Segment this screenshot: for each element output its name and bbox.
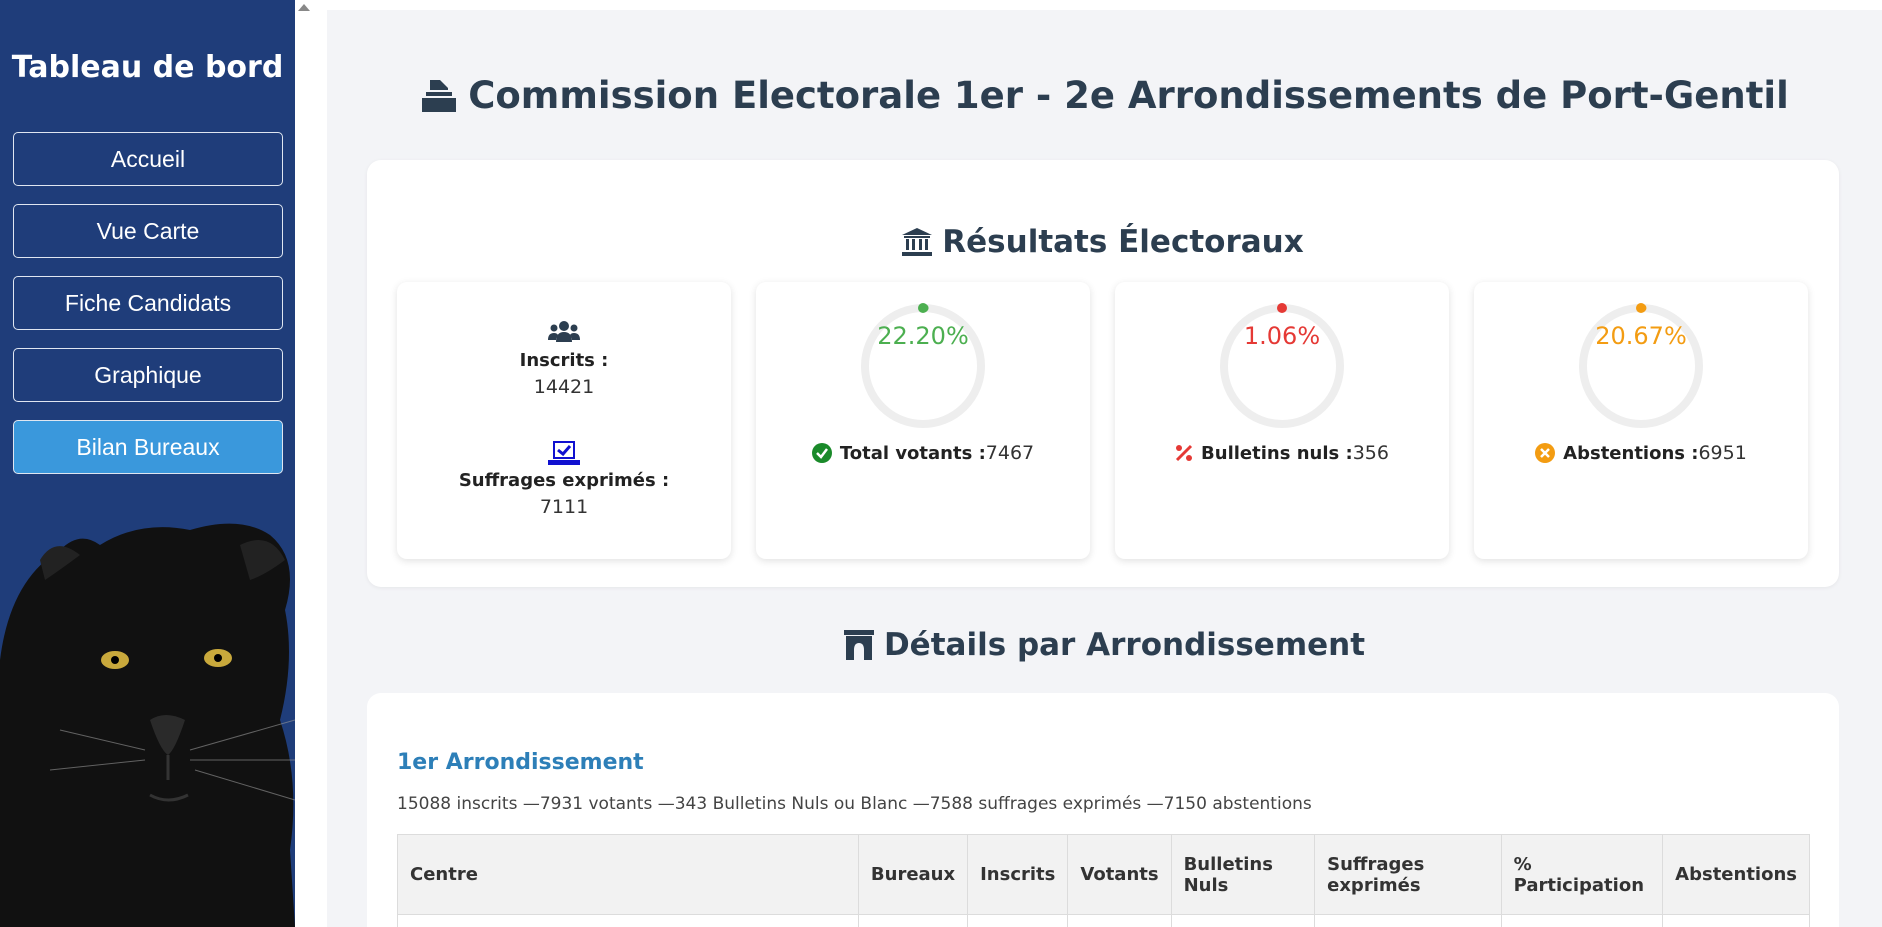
stat-card-nuls: 1.06% Bulletins nuls :356 (1115, 282, 1449, 559)
scrollbar[interactable] (295, 0, 327, 927)
details-title: Détails par Arrondissement (327, 627, 1882, 663)
abstentions-caption: Abstentions :6951 (1474, 442, 1808, 464)
details-title-text: Détails par Arrondissement (883, 627, 1366, 663)
table-row (397, 914, 1810, 927)
col-bureaux[interactable]: Bureaux (857, 834, 969, 915)
votants-value: 7467 (985, 442, 1035, 464)
col-centre[interactable]: Centre (397, 834, 859, 915)
col-bulletins-nuls[interactable]: Bulletins Nuls (1170, 834, 1316, 915)
bank-icon (902, 228, 933, 256)
ballot-box-icon (422, 79, 457, 112)
table-header-row: Centre Bureaux Inscrits Votants Bulletin… (397, 834, 1810, 915)
abstentions-value: 6951 (1698, 442, 1747, 464)
arrondissement-summary: 15088 inscrits —7931 votants —343 Bullet… (397, 794, 1312, 814)
stat-card-inscrits: Inscrits : 14421 Suffrages exprimés : 71… (397, 282, 731, 559)
nuls-percent: 1.06% (1243, 322, 1321, 350)
vote-check-icon (548, 441, 580, 465)
results-title-text: Résultats Électoraux (942, 224, 1304, 260)
nuls-value: 356 (1352, 442, 1389, 464)
votants-percent: 22.20% (877, 322, 969, 350)
votants-label: Total votants : (839, 443, 986, 464)
x-circle-icon (1535, 443, 1556, 463)
results-card: Résultats Électoraux Inscrits : 14421 Su… (367, 160, 1839, 587)
abstentions-label: Abstentions : (1563, 443, 1699, 464)
nuls-caption: Bulletins nuls :356 (1115, 442, 1449, 464)
check-circle-icon (811, 443, 832, 463)
results-table: Centre Bureaux Inscrits Votants Bulletin… (397, 834, 1810, 927)
col-inscrits[interactable]: Inscrits (967, 834, 1069, 915)
nav-bilan-bureaux-button[interactable]: Bilan Bureaux (13, 420, 283, 474)
stat-card-abstentions: 20.67% Abstentions :6951 (1474, 282, 1808, 559)
users-icon (548, 321, 580, 342)
page-title: Commission Electorale 1er - 2e Arrondiss… (327, 74, 1882, 117)
nav-graphique-button[interactable]: Graphique (13, 348, 283, 402)
percent-icon (1175, 444, 1193, 462)
panther-image (0, 523, 295, 927)
sidebar-title: Tableau de bord (11, 50, 284, 85)
results-title: Résultats Électoraux (367, 224, 1839, 260)
scroll-up-arrow-icon[interactable] (298, 4, 310, 11)
col-abstentions[interactable]: Abstentions (1662, 834, 1810, 915)
inscrits-value: 14421 (533, 376, 595, 398)
nuls-label: Bulletins nuls : (1201, 443, 1353, 464)
arrondissement-title: 1er Arrondissement (397, 750, 644, 775)
col-suffrages-exprimes[interactable]: Suffrages exprimés (1314, 834, 1502, 915)
arrondissement-card: 1er Arrondissement 15088 inscrits —7931 … (367, 693, 1839, 927)
suffrages-value: 7111 (539, 496, 589, 518)
inscrits-label: Inscrits : (519, 350, 609, 371)
col-participation[interactable]: % Participation (1500, 834, 1664, 915)
suffrages-label: Suffrages exprimés : (458, 470, 670, 491)
votants-caption: Total votants :7467 (756, 442, 1090, 464)
col-votants[interactable]: Votants (1067, 834, 1172, 915)
nav-fiche-candidats-button[interactable]: Fiche Candidats (13, 276, 283, 330)
main-content: Commission Electorale 1er - 2e Arrondiss… (327, 10, 1882, 927)
nav-vue-carte-button[interactable]: Vue Carte (13, 204, 283, 258)
archway-icon (843, 630, 874, 660)
stat-card-votants: 22.20% Total votants :7467 (756, 282, 1090, 559)
nav-accueil-button[interactable]: Accueil (13, 132, 283, 186)
sidebar: Tableau de bord Accueil Vue Carte Fiche … (0, 0, 295, 927)
abstentions-percent: 20.67% (1595, 322, 1687, 350)
page-title-text: Commission Electorale 1er - 2e Arrondiss… (468, 74, 1789, 117)
